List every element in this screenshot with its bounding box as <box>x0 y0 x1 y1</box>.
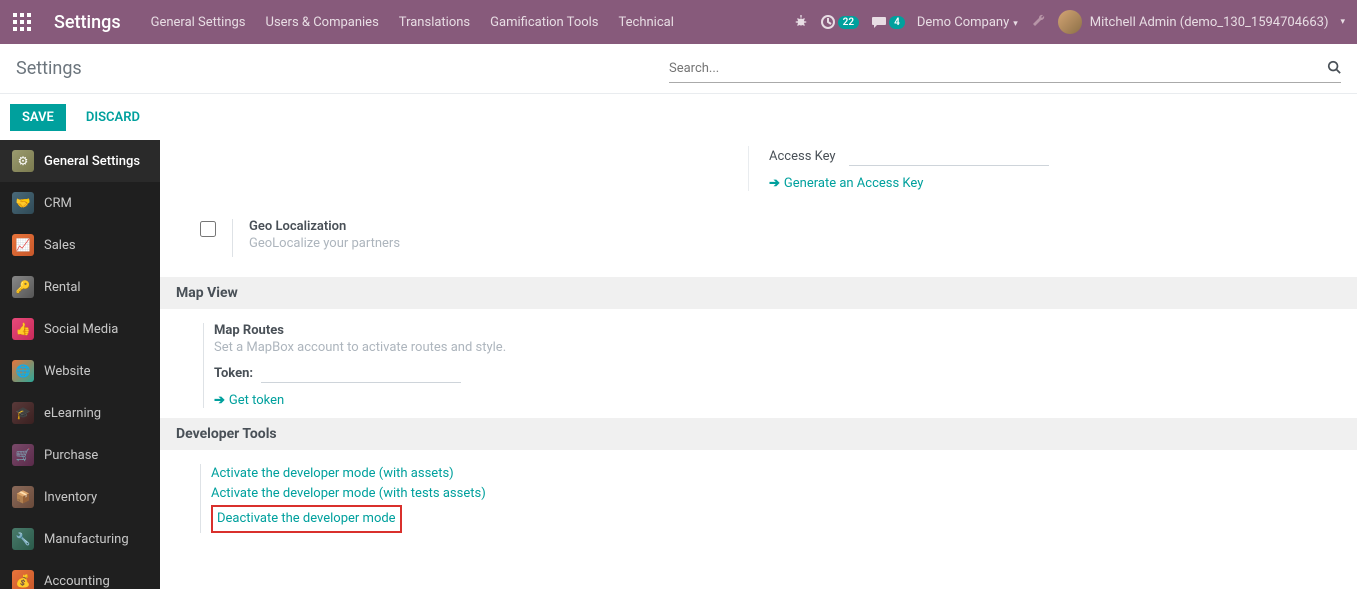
deactivate-dev-highlight: Deactivate the developer mode <box>211 505 402 533</box>
action-bar: SAVE DISCARD <box>0 94 1357 140</box>
sidebar-item-social-media[interactable]: 👍 Social Media <box>0 308 160 350</box>
sidebar-item-inventory[interactable]: 📦 Inventory <box>0 476 160 518</box>
sidebar-item-label: Purchase <box>44 448 98 463</box>
geo-localization-checkbox[interactable] <box>200 221 216 237</box>
sidebar-item-elearning[interactable]: 🎓 eLearning <box>0 392 160 434</box>
search-wrap <box>669 55 1341 83</box>
arrow-icon: ➔ <box>769 176 780 191</box>
sidebar-item-label: Social Media <box>44 322 118 337</box>
section-map-view: Map View <box>160 277 1357 309</box>
activate-dev-tests-link[interactable]: Activate the developer mode (with tests … <box>211 484 1317 504</box>
thumbsup-icon: 👍 <box>12 318 34 340</box>
globe-icon: 🌐 <box>12 360 34 382</box>
sidebar-item-label: Sales <box>44 238 76 253</box>
cart-icon: 🛒 <box>12 444 34 466</box>
save-button[interactable]: SAVE <box>10 104 66 131</box>
sidebar-item-manufacturing[interactable]: 🔧 Manufacturing <box>0 518 160 560</box>
apps-menu-icon[interactable] <box>0 0 44 44</box>
messages-badge: 4 <box>889 16 905 29</box>
wrench-icon[interactable] <box>1030 12 1046 32</box>
access-key-input[interactable] <box>849 146 1049 166</box>
activities-icon[interactable]: 22 <box>820 14 859 30</box>
sidebar-item-label: CRM <box>44 196 72 211</box>
app-brand: Settings <box>44 12 141 33</box>
sidebar-item-label: General Settings <box>44 154 140 169</box>
sidebar-item-accounting[interactable]: 💰 Accounting <box>0 560 160 589</box>
nav-technical[interactable]: Technical <box>609 0 684 44</box>
control-bar: Settings <box>0 44 1357 94</box>
sidebar-item-purchase[interactable]: 🛒 Purchase <box>0 434 160 476</box>
section-developer-tools: Developer Tools <box>160 418 1357 450</box>
geo-title: Geo Localization <box>249 219 400 234</box>
sidebar-item-website[interactable]: 🌐 Website <box>0 350 160 392</box>
wrench-icon: 🔧 <box>12 528 34 550</box>
user-menu[interactable]: Mitchell Admin (demo_130_1594704663) ▾ <box>1058 10 1345 34</box>
search-input[interactable] <box>669 55 1327 82</box>
map-routes-block: Map Routes Set a MapBox account to activ… <box>160 309 1357 418</box>
navbar-right: 22 4 Demo Company▾ Mitchell Admin (demo_… <box>794 10 1357 34</box>
sidebar-item-label: Accounting <box>44 574 110 589</box>
username: Mitchell Admin (demo_130_1594704663) <box>1090 15 1329 30</box>
chart-icon: 📈 <box>12 234 34 256</box>
avatar <box>1058 10 1082 34</box>
map-routes-title: Map Routes <box>214 323 1317 338</box>
settings-sidebar[interactable]: ⚙ General Settings 🤝 CRM 📈 Sales 🔑 Rental 👍 S… <box>0 140 160 589</box>
nav-translations[interactable]: Translations <box>389 0 480 44</box>
sidebar-item-label: Rental <box>44 280 81 295</box>
gradcap-icon: 🎓 <box>12 402 34 424</box>
settings-main[interactable]: Access Key ➔Generate an Access Key Geo L… <box>160 140 1357 589</box>
arrow-icon: ➔ <box>214 393 225 408</box>
nav-menu: General Settings Users & Companies Trans… <box>141 0 684 44</box>
debug-icon[interactable] <box>794 15 808 29</box>
sidebar-item-general-settings[interactable]: ⚙ General Settings <box>0 140 160 182</box>
sidebar-item-label: eLearning <box>44 406 101 421</box>
discard-button[interactable]: DISCARD <box>76 104 150 131</box>
token-label: Token: <box>214 366 253 381</box>
activate-dev-assets-link[interactable]: Activate the developer mode (with assets… <box>211 464 1317 484</box>
sidebar-item-rental[interactable]: 🔑 Rental <box>0 266 160 308</box>
box-icon: 📦 <box>12 486 34 508</box>
map-routes-desc: Set a MapBox account to activate routes … <box>214 340 1317 355</box>
handshake-icon: 🤝 <box>12 192 34 214</box>
sidebar-item-label: Inventory <box>44 490 97 505</box>
token-input[interactable] <box>261 363 461 383</box>
nav-gamification[interactable]: Gamification Tools <box>480 0 608 44</box>
deactivate-dev-link[interactable]: Deactivate the developer mode <box>217 509 396 529</box>
get-token-link[interactable]: ➔Get token <box>214 393 284 408</box>
messages-icon[interactable]: 4 <box>871 14 905 30</box>
money-icon: 💰 <box>12 570 34 589</box>
geo-desc: GeoLocalize your partners <box>249 236 400 251</box>
sidebar-item-label: Website <box>44 364 91 379</box>
company-switcher[interactable]: Demo Company▾ <box>917 15 1018 30</box>
nav-users-companies[interactable]: Users & Companies <box>256 0 389 44</box>
page-title: Settings <box>16 58 82 79</box>
top-settings-row: Access Key ➔Generate an Access Key <box>160 140 1357 211</box>
sidebar-item-sales[interactable]: 📈 Sales <box>0 224 160 266</box>
geo-localization-block: Geo Localization GeoLocalize your partne… <box>160 211 1357 277</box>
search-icon[interactable] <box>1327 59 1341 78</box>
nav-general-settings[interactable]: General Settings <box>141 0 256 44</box>
access-key-label: Access Key <box>769 149 849 164</box>
key-icon: 🔑 <box>12 276 34 298</box>
gear-icon: ⚙ <box>12 150 34 172</box>
sidebar-item-crm[interactable]: 🤝 CRM <box>0 182 160 224</box>
sidebar-item-label: Manufacturing <box>44 532 129 547</box>
generate-access-key-link[interactable]: ➔Generate an Access Key <box>769 176 923 191</box>
top-navbar: Settings General Settings Users & Compan… <box>0 0 1357 44</box>
developer-tools-block: Activate the developer mode (with assets… <box>160 450 1357 547</box>
activities-badge: 22 <box>838 16 859 29</box>
